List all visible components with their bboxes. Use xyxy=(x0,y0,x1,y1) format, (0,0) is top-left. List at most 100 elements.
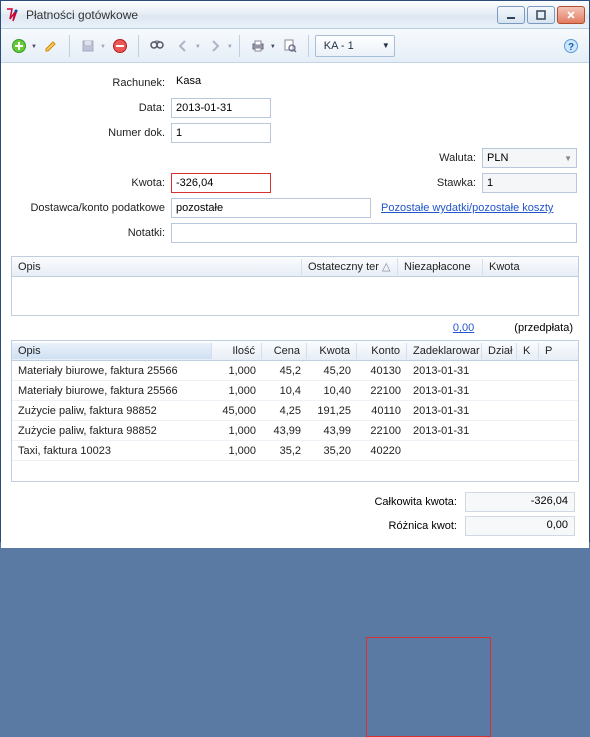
numer-field[interactable] xyxy=(171,123,271,143)
cell-ilosc: 1,000 xyxy=(212,363,262,379)
roznica-label: Różnica kwot: xyxy=(389,520,465,532)
col-dzial[interactable]: Dział xyxy=(482,343,517,359)
cell-cena: 35,2 xyxy=(262,443,307,459)
chevron-down-icon: ▼ xyxy=(564,154,572,163)
cell-cena: 45,2 xyxy=(262,363,307,379)
cell-k xyxy=(517,389,539,393)
payments-grid[interactable]: Opis Ostateczny ter △ Niezapłacone Kwota xyxy=(11,256,579,316)
cell-dzial xyxy=(482,369,517,373)
col-p[interactable]: P xyxy=(539,343,561,359)
window-title: Płatności gotówkowe xyxy=(26,8,497,22)
app-icon xyxy=(5,7,21,23)
stawka-label: Stawka: xyxy=(412,177,482,189)
dropdown-caret-icon[interactable]: ▼ xyxy=(195,44,201,50)
toolbar: ▼ ▼ ▼ ▼ ▼ KA - 1 ▼ ? xyxy=(1,29,589,63)
col-opis[interactable]: Opis xyxy=(12,259,302,275)
rachunek-label: Rachunek: xyxy=(13,77,171,89)
kwota-field[interactable] xyxy=(171,173,271,193)
cell-p xyxy=(539,409,561,413)
cell-konto: 22100 xyxy=(357,383,407,399)
edit-button[interactable] xyxy=(39,34,63,58)
table-row[interactable]: Materiały biurowe, faktura 255661,00010,… xyxy=(12,381,578,401)
dropdown-caret-icon[interactable]: ▼ xyxy=(227,44,233,50)
add-button[interactable] xyxy=(7,34,31,58)
calkowita-label: Całkowita kwota: xyxy=(374,496,465,508)
table-row[interactable]: Taxi, faktura 100231,00035,235,2040220 xyxy=(12,441,578,461)
cell-k xyxy=(517,409,539,413)
cell-konto: 40130 xyxy=(357,363,407,379)
col-konto[interactable]: Konto xyxy=(357,343,407,359)
cell-konto: 40220 xyxy=(357,443,407,459)
cell-opis: Zużycie paliw, faktura 98852 xyxy=(12,423,212,439)
roznica-value: 0,00 xyxy=(465,516,575,536)
data-label: Data: xyxy=(13,102,171,114)
chevron-down-icon: ▼ xyxy=(382,41,390,50)
lines-grid[interactable]: Opis Ilość Cena Kwota Konto Zadeklarowar… xyxy=(11,340,579,482)
cell-opis: Taxi, faktura 10023 xyxy=(12,443,212,459)
col-opis[interactable]: Opis xyxy=(12,343,212,359)
register-combo[interactable]: KA - 1 ▼ xyxy=(315,35,395,57)
col-termin[interactable]: Ostateczny ter △ xyxy=(302,258,398,275)
cell-zadekl: 2013-01-31 xyxy=(407,403,482,419)
table-row[interactable]: Zużycie paliw, faktura 9885245,0004,2519… xyxy=(12,401,578,421)
waluta-combo[interactable]: PLN ▼ xyxy=(482,148,577,168)
cell-cena: 43,99 xyxy=(262,423,307,439)
maximize-button[interactable] xyxy=(527,6,555,24)
prev-button[interactable] xyxy=(171,34,195,58)
prepay-amount[interactable]: 0,00 xyxy=(453,322,474,334)
cell-dzial xyxy=(482,449,517,453)
cell-cena: 10,4 xyxy=(262,383,307,399)
dropdown-caret-icon[interactable]: ▼ xyxy=(270,44,276,50)
koszty-link[interactable]: Pozostałe wydatki/pozostałe koszty xyxy=(381,202,553,214)
help-button[interactable]: ? xyxy=(559,34,583,58)
search-icon[interactable] xyxy=(145,34,169,58)
col-kwota[interactable]: Kwota xyxy=(307,343,357,359)
print-button[interactable] xyxy=(246,34,270,58)
cell-zadekl: 2013-01-31 xyxy=(407,423,482,439)
cell-konto: 22100 xyxy=(357,423,407,439)
notatki-label: Notatki: xyxy=(13,227,171,239)
cell-opis: Zużycie paliw, faktura 98852 xyxy=(12,403,212,419)
cell-dzial xyxy=(482,389,517,393)
table-row[interactable]: Materiały biurowe, faktura 255661,00045,… xyxy=(12,361,578,381)
col-zadekl[interactable]: Zadeklarowar xyxy=(407,343,482,359)
cell-p xyxy=(539,389,561,393)
close-button[interactable] xyxy=(557,6,585,24)
dropdown-caret-icon[interactable]: ▼ xyxy=(31,44,37,50)
cell-cena: 4,25 xyxy=(262,403,307,419)
col-k[interactable]: K xyxy=(517,343,539,359)
dostawca-field[interactable] xyxy=(171,198,371,218)
data-field[interactable] xyxy=(171,98,271,118)
preview-button[interactable] xyxy=(278,34,302,58)
dropdown-caret-icon[interactable]: ▼ xyxy=(100,44,106,50)
cell-kwota: 45,20 xyxy=(307,363,357,379)
notatki-field[interactable] xyxy=(171,223,577,243)
col-ilosc[interactable]: Ilość xyxy=(212,343,262,359)
table-row[interactable]: Zużycie paliw, faktura 988521,00043,9943… xyxy=(12,421,578,441)
save-button[interactable] xyxy=(76,34,100,58)
cell-ilosc: 1,000 xyxy=(212,383,262,399)
col-cena[interactable]: Cena xyxy=(262,343,307,359)
stawka-field[interactable] xyxy=(482,173,577,193)
minimize-button[interactable] xyxy=(497,6,525,24)
totals: Całkowita kwota: -326,04 Różnica kwot: 0… xyxy=(1,482,589,548)
cell-kwota: 35,20 xyxy=(307,443,357,459)
calkowita-value: -326,04 xyxy=(465,492,575,512)
cell-p xyxy=(539,449,561,453)
cell-dzial xyxy=(482,429,517,433)
delete-button[interactable] xyxy=(108,34,132,58)
cell-ilosc: 45,000 xyxy=(212,403,262,419)
form-area: Rachunek: Kasa Data: Numer dok. Waluta: … xyxy=(1,63,589,250)
cell-k xyxy=(517,369,539,373)
cell-opis: Materiały biurowe, faktura 25566 xyxy=(12,363,212,379)
col-kwota[interactable]: Kwota xyxy=(483,259,553,275)
cell-k xyxy=(517,429,539,433)
svg-text:?: ? xyxy=(568,42,574,53)
cell-kwota: 43,99 xyxy=(307,423,357,439)
cell-k xyxy=(517,449,539,453)
cell-zadekl xyxy=(407,449,482,453)
cell-konto: 40110 xyxy=(357,403,407,419)
next-button[interactable] xyxy=(203,34,227,58)
col-niezaplacone[interactable]: Niezapłacone xyxy=(398,259,483,275)
cell-zadekl: 2013-01-31 xyxy=(407,363,482,379)
